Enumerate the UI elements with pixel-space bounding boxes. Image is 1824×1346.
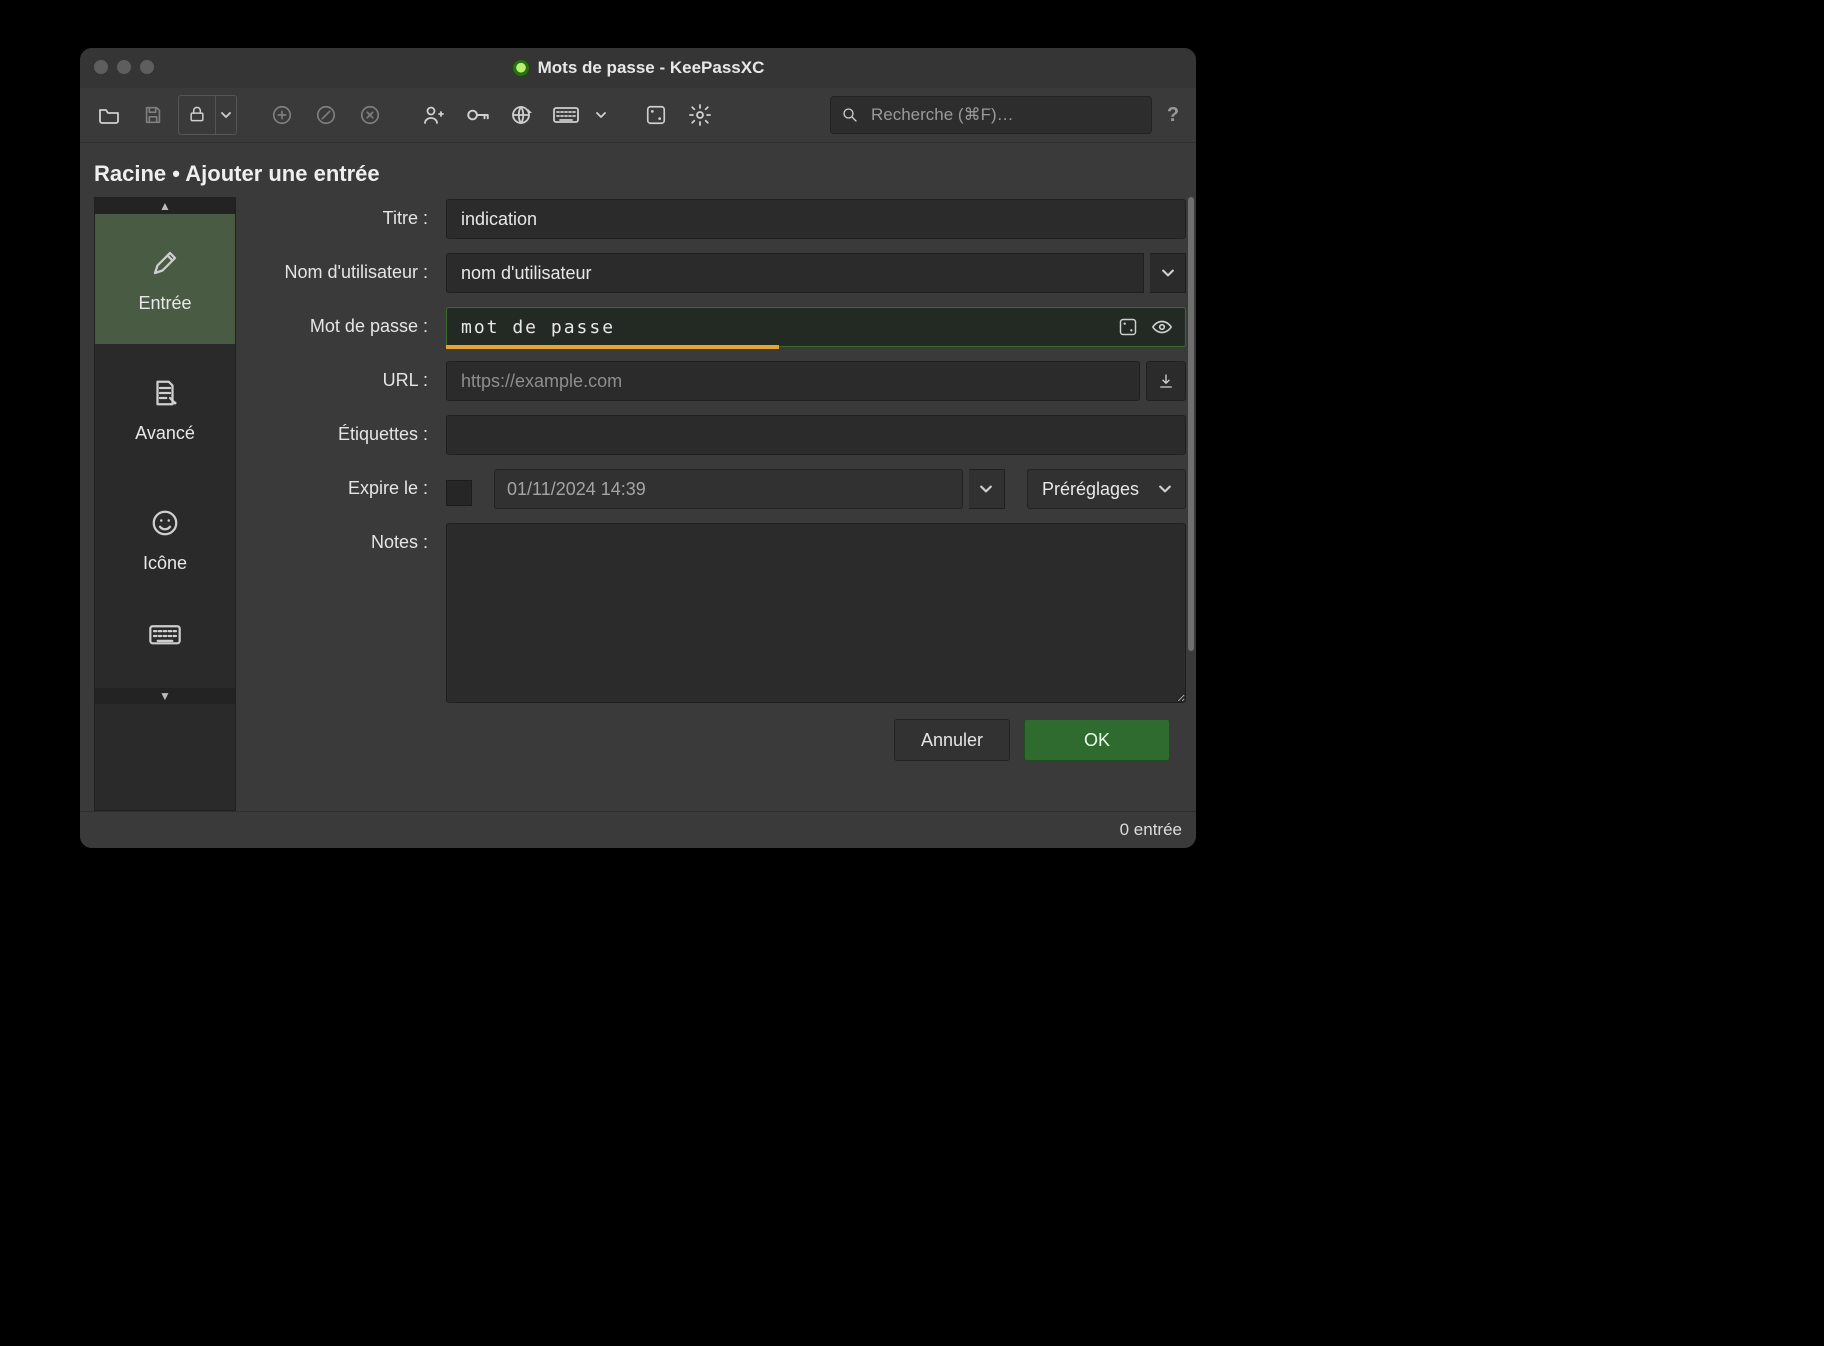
search-box[interactable] (830, 96, 1152, 134)
title-label: Titre : (246, 199, 446, 229)
expires-label: Expire le : (246, 469, 446, 499)
window-title: Mots de passe - KeePassXC (512, 58, 765, 78)
expires-checkbox[interactable] (446, 480, 472, 506)
url-label: URL : (246, 361, 446, 391)
app-window: Mots de passe - KeePassXC (80, 48, 1196, 848)
keyboard-icon (147, 618, 183, 654)
window-title-text: Mots de passe - KeePassXC (538, 58, 765, 78)
settings-button[interactable] (681, 96, 719, 134)
download-favicon-button[interactable] (1146, 361, 1186, 401)
lock-dropdown-button[interactable] (216, 96, 236, 134)
notes-label: Notes : (246, 523, 446, 553)
copy-password-button[interactable] (459, 96, 497, 134)
expires-dropdown[interactable] (969, 469, 1005, 509)
title-input[interactable] (446, 199, 1186, 239)
side-tabs: ▲ Entrée Avancé Icôn (94, 197, 236, 811)
expires-input[interactable]: 01/11/2024 14:39 (494, 469, 963, 509)
tab-entry-label: Entrée (138, 293, 191, 314)
toolbar: ? (80, 88, 1196, 143)
save-database-button[interactable] (134, 96, 172, 134)
form-area: Titre : Nom d'utilisateur : (236, 197, 1196, 811)
toggle-password-visibility-icon[interactable] (1151, 316, 1173, 338)
keepassxc-icon (512, 59, 530, 77)
password-generator-button[interactable] (637, 96, 675, 134)
smile-icon (147, 505, 183, 541)
breadcrumb: Racine • Ajouter une entrée (80, 143, 1196, 197)
traffic-lights (94, 60, 154, 74)
statusbar: 0 entrée (80, 811, 1196, 848)
edit-entry-button[interactable] (307, 96, 345, 134)
minimize-window-button[interactable] (117, 60, 131, 74)
presets-button[interactable]: Préréglages (1027, 469, 1186, 509)
tab-advanced-label: Avancé (135, 423, 195, 444)
auto-type-dropdown[interactable] (591, 110, 611, 120)
tab-entry[interactable]: Entrée (95, 214, 235, 344)
tab-advanced[interactable]: Avancé (95, 344, 235, 474)
scrollbar-thumb[interactable] (1188, 197, 1194, 651)
tags-label: Étiquettes : (246, 415, 446, 445)
dialog-buttons: Annuler OK (246, 703, 1186, 761)
help-button[interactable]: ? (1160, 102, 1186, 128)
open-database-button[interactable] (90, 96, 128, 134)
ok-button[interactable]: OK (1024, 719, 1170, 761)
lock-database-group (178, 95, 237, 135)
username-label: Nom d'utilisateur : (246, 253, 446, 283)
notes-textarea[interactable] (446, 523, 1186, 703)
auto-type-button[interactable] (547, 96, 585, 134)
password-input[interactable] (446, 307, 1186, 347)
tabs-scroll-up[interactable]: ▲ (95, 198, 235, 214)
cancel-button[interactable]: Annuler (894, 719, 1010, 761)
new-entry-button[interactable] (263, 96, 301, 134)
zoom-window-button[interactable] (140, 60, 154, 74)
document-edit-icon (147, 375, 183, 411)
lock-database-button[interactable] (179, 96, 215, 132)
delete-entry-button[interactable] (351, 96, 389, 134)
tags-input[interactable] (446, 415, 1186, 455)
titlebar: Mots de passe - KeePassXC (80, 48, 1196, 88)
form-scrollbar[interactable] (1186, 197, 1196, 811)
search-input[interactable] (869, 104, 1141, 126)
password-label: Mot de passe : (246, 307, 446, 337)
copy-username-button[interactable] (415, 96, 453, 134)
tab-icon-label: Icône (143, 553, 187, 574)
content: Racine • Ajouter une entrée ▲ Entrée Ava… (80, 143, 1196, 848)
username-input[interactable] (446, 253, 1144, 293)
password-strength-bar (446, 345, 779, 349)
entry-count: 0 entrée (1120, 820, 1182, 840)
search-icon (841, 106, 859, 124)
tabs-scroll-down[interactable]: ▼ (95, 688, 235, 704)
pencil-icon (147, 245, 183, 281)
tab-autotype[interactable] (95, 604, 235, 688)
open-url-button[interactable] (503, 96, 541, 134)
tab-icon[interactable]: Icône (95, 474, 235, 604)
password-generator-icon[interactable] (1117, 316, 1139, 338)
close-window-button[interactable] (94, 60, 108, 74)
username-dropdown[interactable] (1150, 253, 1186, 293)
url-input[interactable] (446, 361, 1140, 401)
